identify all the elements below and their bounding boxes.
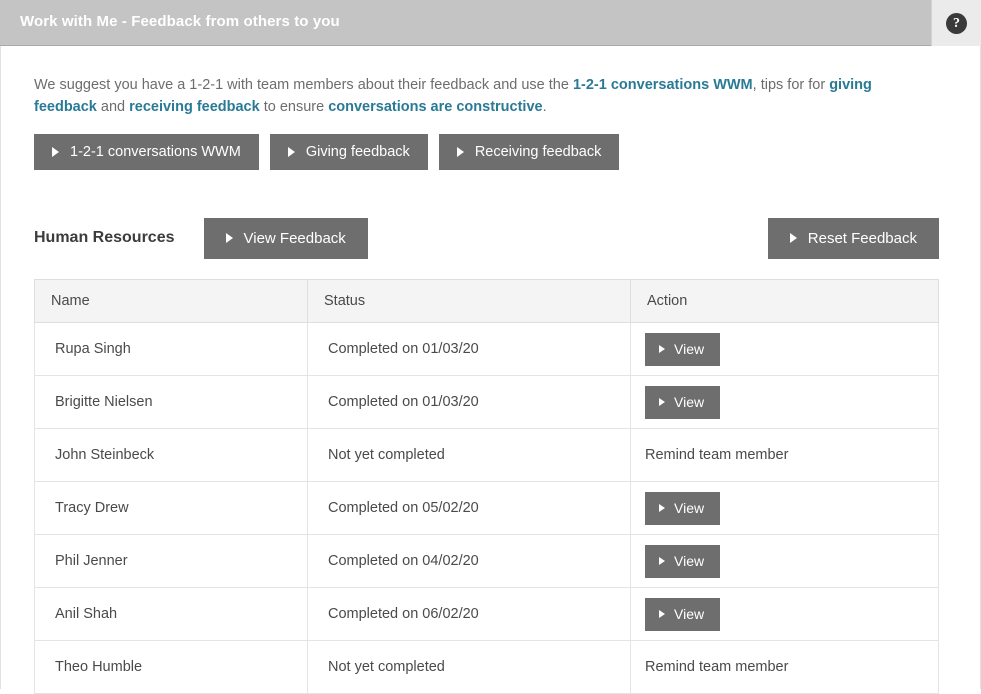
- play-triangle-icon: [225, 233, 233, 243]
- cell-name: Anil Shah: [34, 587, 308, 641]
- play-triangle-icon: [659, 345, 665, 353]
- play-triangle-icon: [659, 504, 665, 512]
- content-panel: We suggest you have a 1-2-1 with team me…: [0, 46, 981, 694]
- cell-status: Not yet completed: [307, 640, 631, 694]
- play-triangle-icon: [52, 147, 59, 157]
- button-label: View: [674, 553, 705, 569]
- cell-action: View: [630, 481, 939, 535]
- table-row: Phil Jenner Completed on 04/02/20 View: [34, 534, 939, 588]
- cell-name: Rupa Singh: [34, 322, 308, 376]
- cell-action: Remind team member: [630, 640, 939, 694]
- button-label: View: [674, 341, 705, 357]
- resource-button-row: 1-2-1 conversations WWM Giving feedback …: [1, 118, 980, 170]
- button-121-conversations-wwm[interactable]: 1-2-1 conversations WWM: [34, 134, 259, 170]
- table-head: Name Status Action: [34, 279, 939, 323]
- cell-name: Brigitte Nielsen: [34, 375, 308, 429]
- view-row-button[interactable]: View: [645, 332, 721, 366]
- cell-name: Theo Humble: [34, 640, 308, 694]
- button-label: View Feedback: [243, 229, 346, 247]
- cell-status: Completed on 01/03/20: [307, 322, 631, 376]
- button-label: View: [674, 394, 705, 410]
- link-121-conversations-wwm[interactable]: 1-2-1 conversations WWM: [573, 77, 753, 93]
- link-receiving-feedback[interactable]: receiving feedback: [129, 99, 260, 115]
- cell-status: Completed on 05/02/20: [307, 481, 631, 535]
- remind-team-member-text: Remind team member: [645, 659, 789, 675]
- remind-team-member-text: Remind team member: [645, 447, 789, 463]
- cell-status: Completed on 01/03/20: [307, 375, 631, 429]
- button-label: Reset Feedback: [807, 229, 917, 247]
- play-triangle-icon: [659, 557, 665, 565]
- table-row: Rupa Singh Completed on 01/03/20 View: [34, 322, 939, 376]
- view-row-button[interactable]: View: [645, 597, 721, 631]
- table-row: Brigitte Nielsen Completed on 01/03/20 Vie…: [34, 375, 939, 429]
- intro-paragraph: We suggest you have a 1-2-1 with team me…: [1, 46, 968, 118]
- feedback-table-container: Name Status Action Rupa Singh Completed o…: [34, 279, 939, 694]
- button-label: View: [674, 606, 705, 622]
- table-row: Theo Humble Not yet completed Remind team …: [34, 640, 939, 694]
- button-label: 1-2-1 conversations WWM: [70, 144, 241, 160]
- intro-text-5: .: [542, 99, 547, 115]
- view-row-button[interactable]: View: [645, 544, 721, 578]
- cell-action: View: [630, 322, 939, 376]
- button-label: Receiving feedback: [474, 144, 602, 160]
- column-header-action: Action: [630, 279, 939, 323]
- column-header-name: Name: [34, 279, 308, 323]
- button-giving-feedback[interactable]: Giving feedback: [269, 134, 428, 170]
- cell-status: Completed on 06/02/20: [307, 587, 631, 641]
- cell-status: Not yet completed: [307, 428, 631, 482]
- intro-text-1: We suggest you have a 1-2-1 with team me…: [34, 77, 573, 93]
- cell-action: View: [630, 375, 939, 429]
- cell-action: Remind team member: [630, 428, 939, 482]
- cell-name: John Steinbeck: [34, 428, 308, 482]
- section-header-row: Human Resources View Feedback Reset Feed…: [1, 217, 980, 259]
- section-title: Human Resources: [34, 229, 175, 246]
- link-conversations-are-constructive[interactable]: conversations are constructive: [328, 99, 542, 115]
- help-button[interactable]: ?: [931, 0, 981, 46]
- table-body: Rupa Singh Completed on 01/03/20 View Brigi…: [34, 322, 939, 694]
- cell-name: Phil Jenner: [34, 534, 308, 588]
- window-title-bar: Work with Me - Feedback from others to y…: [0, 0, 981, 46]
- button-label: Giving feedback: [305, 144, 410, 160]
- play-triangle-icon: [456, 147, 464, 157]
- table-row: Anil Shah Completed on 06/02/20 View: [34, 587, 939, 641]
- page-title: Work with Me - Feedback from others to y…: [20, 13, 340, 30]
- cell-action: View: [630, 534, 939, 588]
- table-row: Tracy Drew Completed on 05/02/20 View: [34, 481, 939, 535]
- intro-text-3: and: [96, 99, 130, 115]
- view-feedback-button[interactable]: View Feedback: [203, 217, 368, 259]
- help-icon: ?: [946, 12, 967, 34]
- intro-text-2: , tips for for: [752, 77, 830, 93]
- table-row: John Steinbeck Not yet completed Remind te…: [34, 428, 939, 482]
- cell-action: View: [630, 587, 939, 641]
- intro-text-4: to ensure: [259, 99, 329, 115]
- play-triangle-icon: [287, 147, 295, 157]
- play-triangle-icon: [659, 610, 665, 618]
- reset-feedback-button[interactable]: Reset Feedback: [767, 217, 939, 259]
- feedback-table: Name Status Action Rupa Singh Completed o…: [34, 279, 939, 694]
- play-triangle-icon: [659, 398, 665, 406]
- play-triangle-icon: [789, 233, 797, 243]
- column-header-status: Status: [307, 279, 631, 323]
- button-label: View: [674, 500, 705, 516]
- cell-name: Tracy Drew: [34, 481, 308, 535]
- view-row-button[interactable]: View: [645, 385, 721, 419]
- view-row-button[interactable]: View: [645, 491, 721, 525]
- cell-status: Completed on 04/02/20: [307, 534, 631, 588]
- table-header-row: Name Status Action: [34, 279, 939, 323]
- button-receiving-feedback[interactable]: Receiving feedback: [438, 134, 620, 170]
